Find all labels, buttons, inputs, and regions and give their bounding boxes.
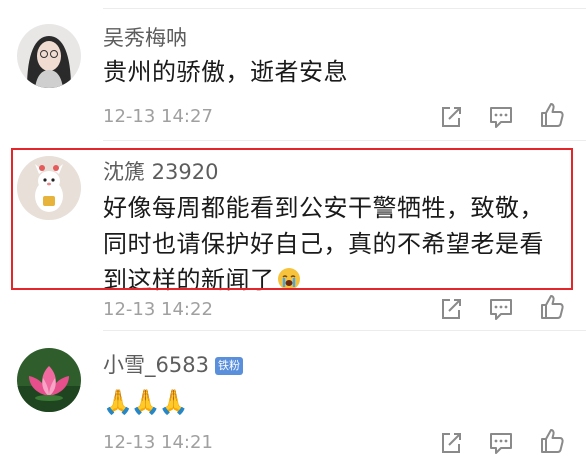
username[interactable]: 吴秀梅呐 <box>103 25 187 51</box>
crying-face-emoji-icon <box>277 265 301 290</box>
like-icon[interactable] <box>538 101 566 129</box>
share-icon[interactable] <box>437 103 465 131</box>
comment-item: 小雪_6583 铁粉 🙏🙏🙏 12-13 14:21 <box>0 330 586 474</box>
comment-icon[interactable] <box>487 295 515 323</box>
comment-text: 🙏🙏🙏 <box>103 388 189 416</box>
avatar[interactable] <box>17 156 81 220</box>
avatar[interactable] <box>17 24 81 88</box>
comment-icon[interactable] <box>487 429 515 457</box>
username[interactable]: 沈篪 23920 <box>103 159 218 185</box>
username: 小雪_6583 铁粉 <box>103 352 243 378</box>
timestamp: 12-13 14:27 <box>103 106 213 127</box>
fan-badge: 铁粉 <box>214 357 243 375</box>
like-icon[interactable] <box>538 427 566 455</box>
comment-text: 贵州的骄傲，逝者安息 <box>103 58 348 86</box>
comment-text-body: 好像每周都能看到公安干警牺牲，致敬，同时也请保护好自己，真的不希望老是看到这样的… <box>103 194 544 294</box>
comment-item: 吴秀梅呐 贵州的骄傲，逝者安息 12-13 14:27 <box>0 0 586 140</box>
share-icon[interactable] <box>437 429 465 457</box>
avatar[interactable] <box>17 348 81 412</box>
comment-icon[interactable] <box>487 103 515 131</box>
timestamp: 12-13 14:21 <box>103 432 213 453</box>
share-icon[interactable] <box>437 295 465 323</box>
comment-item: 沈篪 23920 好像每周都能看到公安干警牺牲，致敬，同时也请保护好自己，真的不… <box>0 140 586 330</box>
username-text[interactable]: 小雪_6583 <box>103 353 209 377</box>
comment-text: 好像每周都能看到公安干警牺牲，致敬，同时也请保护好自己，真的不希望老是看到这样的… <box>103 190 563 298</box>
like-icon[interactable] <box>538 293 566 321</box>
timestamp: 12-13 14:22 <box>103 299 213 320</box>
